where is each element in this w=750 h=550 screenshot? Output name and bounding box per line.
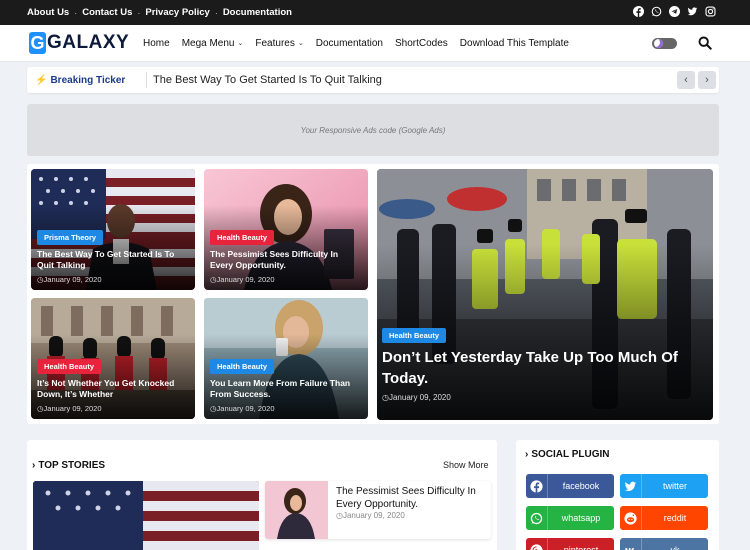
nav-mega-menu[interactable]: Mega Menu ⌄ bbox=[182, 38, 244, 49]
chevron-right-icon: › bbox=[525, 449, 529, 460]
vk-button[interactable]: vk bbox=[620, 538, 708, 550]
story-date: ◷January 09, 2020 bbox=[336, 511, 405, 520]
about-us-link[interactable]: About Us bbox=[27, 7, 69, 18]
show-more-link[interactable]: Show More bbox=[443, 460, 489, 470]
pinterest-button[interactable]: pinterest bbox=[526, 538, 614, 550]
story-thumbnail bbox=[265, 481, 328, 539]
category-badge[interactable]: Health Beauty bbox=[210, 359, 275, 374]
dark-mode-toggle[interactable] bbox=[652, 38, 677, 49]
story-card[interactable]: The Pessimist Sees Difficulty In Every O… bbox=[265, 481, 491, 539]
reddit-button[interactable]: reddit bbox=[620, 506, 708, 530]
facebook-icon bbox=[526, 474, 548, 498]
top-stories-section: › TOP STORIES Show More The Pessimist See… bbox=[27, 440, 497, 550]
main-nav: Home Mega Menu ⌄ Features ⌄ Documentation … bbox=[143, 25, 581, 61]
featured-post-1[interactable]: Prisma Theory The Best Way To Get Starte… bbox=[31, 169, 195, 290]
post-title[interactable]: The Best Way To Get Started Is To Quit T… bbox=[37, 249, 189, 271]
whatsapp-icon[interactable] bbox=[651, 6, 662, 17]
breaking-ticker: ⚡ Breaking Ticker The Best Way To Get St… bbox=[27, 67, 719, 93]
story-image-main[interactable] bbox=[33, 481, 259, 550]
chevron-right-icon: › bbox=[32, 460, 36, 471]
whatsapp-button[interactable]: whatsapp bbox=[526, 506, 614, 530]
documentation-link[interactable]: Documentation bbox=[223, 7, 292, 18]
featured-grid: Prisma Theory The Best Way To Get Starte… bbox=[27, 164, 719, 424]
reddit-icon bbox=[620, 506, 642, 530]
top-links: About Us · Contact Us · Privacy Policy ·… bbox=[27, 7, 292, 18]
ticker-next-button[interactable]: › bbox=[698, 71, 716, 89]
site-header: G GALAXY Home Mega Menu ⌄ Features ⌄ Docum… bbox=[0, 25, 750, 62]
facebook-icon[interactable] bbox=[633, 6, 644, 17]
chevron-down-icon: ⌄ bbox=[297, 40, 304, 47]
post-title[interactable]: Don’t Let Yesterday Take Up Too Much Of … bbox=[382, 347, 693, 389]
social-plugin-widget: › SOCIAL PLUGIN facebook twitter whatsapp… bbox=[516, 440, 719, 550]
story-title[interactable]: The Pessimist Sees Difficulty In Every O… bbox=[336, 485, 486, 511]
post-title[interactable]: The Pessimist Sees Difficulty In Every O… bbox=[210, 249, 362, 271]
category-badge[interactable]: Prisma Theory bbox=[37, 230, 104, 245]
chevron-down-icon: ⌄ bbox=[237, 40, 244, 47]
clock-icon: ◷ bbox=[336, 511, 343, 520]
post-date: ◷January 09, 2020 bbox=[210, 404, 275, 413]
featured-post-3[interactable]: Health Beauty It’s Not Whether You Get K… bbox=[31, 298, 195, 419]
featured-post-4[interactable]: Health Beauty You Learn More From Failur… bbox=[204, 298, 368, 419]
post-date: ◷January 09, 2020 bbox=[382, 393, 451, 402]
privacy-policy-link[interactable]: Privacy Policy bbox=[145, 7, 209, 18]
featured-post-2[interactable]: Health Beauty The Pessimist Sees Difficu… bbox=[204, 169, 368, 290]
category-badge[interactable]: Health Beauty bbox=[210, 230, 275, 245]
whatsapp-icon bbox=[526, 506, 548, 530]
featured-post-main[interactable]: Health Beauty Don’t Let Yesterday Take U… bbox=[377, 169, 713, 420]
ads-placeholder: Your Responsive Ads code (Google Ads) bbox=[27, 104, 719, 156]
category-badge[interactable]: Health Beauty bbox=[37, 359, 102, 374]
post-title[interactable]: You Learn More From Failure Than From Su… bbox=[210, 378, 362, 400]
twitter-button[interactable]: twitter bbox=[620, 474, 708, 498]
post-image bbox=[33, 481, 259, 550]
telegram-icon[interactable] bbox=[669, 6, 680, 17]
post-date: ◷January 09, 2020 bbox=[37, 275, 102, 284]
pinterest-icon bbox=[526, 538, 548, 550]
vk-icon bbox=[620, 538, 642, 550]
ticker-label: ⚡ Breaking Ticker bbox=[35, 74, 126, 86]
site-logo[interactable]: G GALAXY bbox=[29, 31, 129, 55]
logo-mark: G bbox=[29, 32, 46, 54]
category-badge[interactable]: Health Beauty bbox=[382, 328, 447, 343]
post-date: ◷January 09, 2020 bbox=[210, 275, 275, 284]
logo-text: GALAXY bbox=[47, 32, 130, 53]
nav-features[interactable]: Features ⌄ bbox=[255, 38, 303, 49]
instagram-icon[interactable] bbox=[705, 6, 716, 17]
top-social-icons bbox=[633, 6, 716, 17]
twitter-icon bbox=[620, 474, 642, 498]
contact-us-link[interactable]: Contact Us bbox=[82, 7, 132, 18]
nav-shortcodes[interactable]: ShortCodes bbox=[395, 38, 448, 49]
nav-documentation[interactable]: Documentation bbox=[316, 38, 383, 49]
lightning-icon: ⚡ bbox=[35, 74, 48, 86]
nav-home[interactable]: Home bbox=[143, 38, 170, 49]
moon-icon bbox=[654, 39, 663, 48]
nav-download-template[interactable]: Download This Template bbox=[460, 38, 569, 49]
top-bar: About Us · Contact Us · Privacy Policy ·… bbox=[0, 0, 750, 25]
facebook-button[interactable]: facebook bbox=[526, 474, 614, 498]
twitter-icon[interactable] bbox=[687, 6, 698, 17]
post-title[interactable]: It’s Not Whether You Get Knocked Down, I… bbox=[37, 378, 189, 400]
ticker-headline[interactable]: The Best Way To Get Started Is To Quit T… bbox=[153, 67, 382, 93]
post-date: ◷January 09, 2020 bbox=[37, 404, 102, 413]
search-icon[interactable] bbox=[698, 36, 712, 50]
ticker-prev-button[interactable]: ‹ bbox=[677, 71, 695, 89]
ticker-divider bbox=[146, 72, 147, 88]
section-title: › TOP STORIES bbox=[32, 460, 106, 471]
clock-icon: ◷ bbox=[382, 393, 389, 402]
section-title: › SOCIAL PLUGIN bbox=[525, 449, 610, 460]
